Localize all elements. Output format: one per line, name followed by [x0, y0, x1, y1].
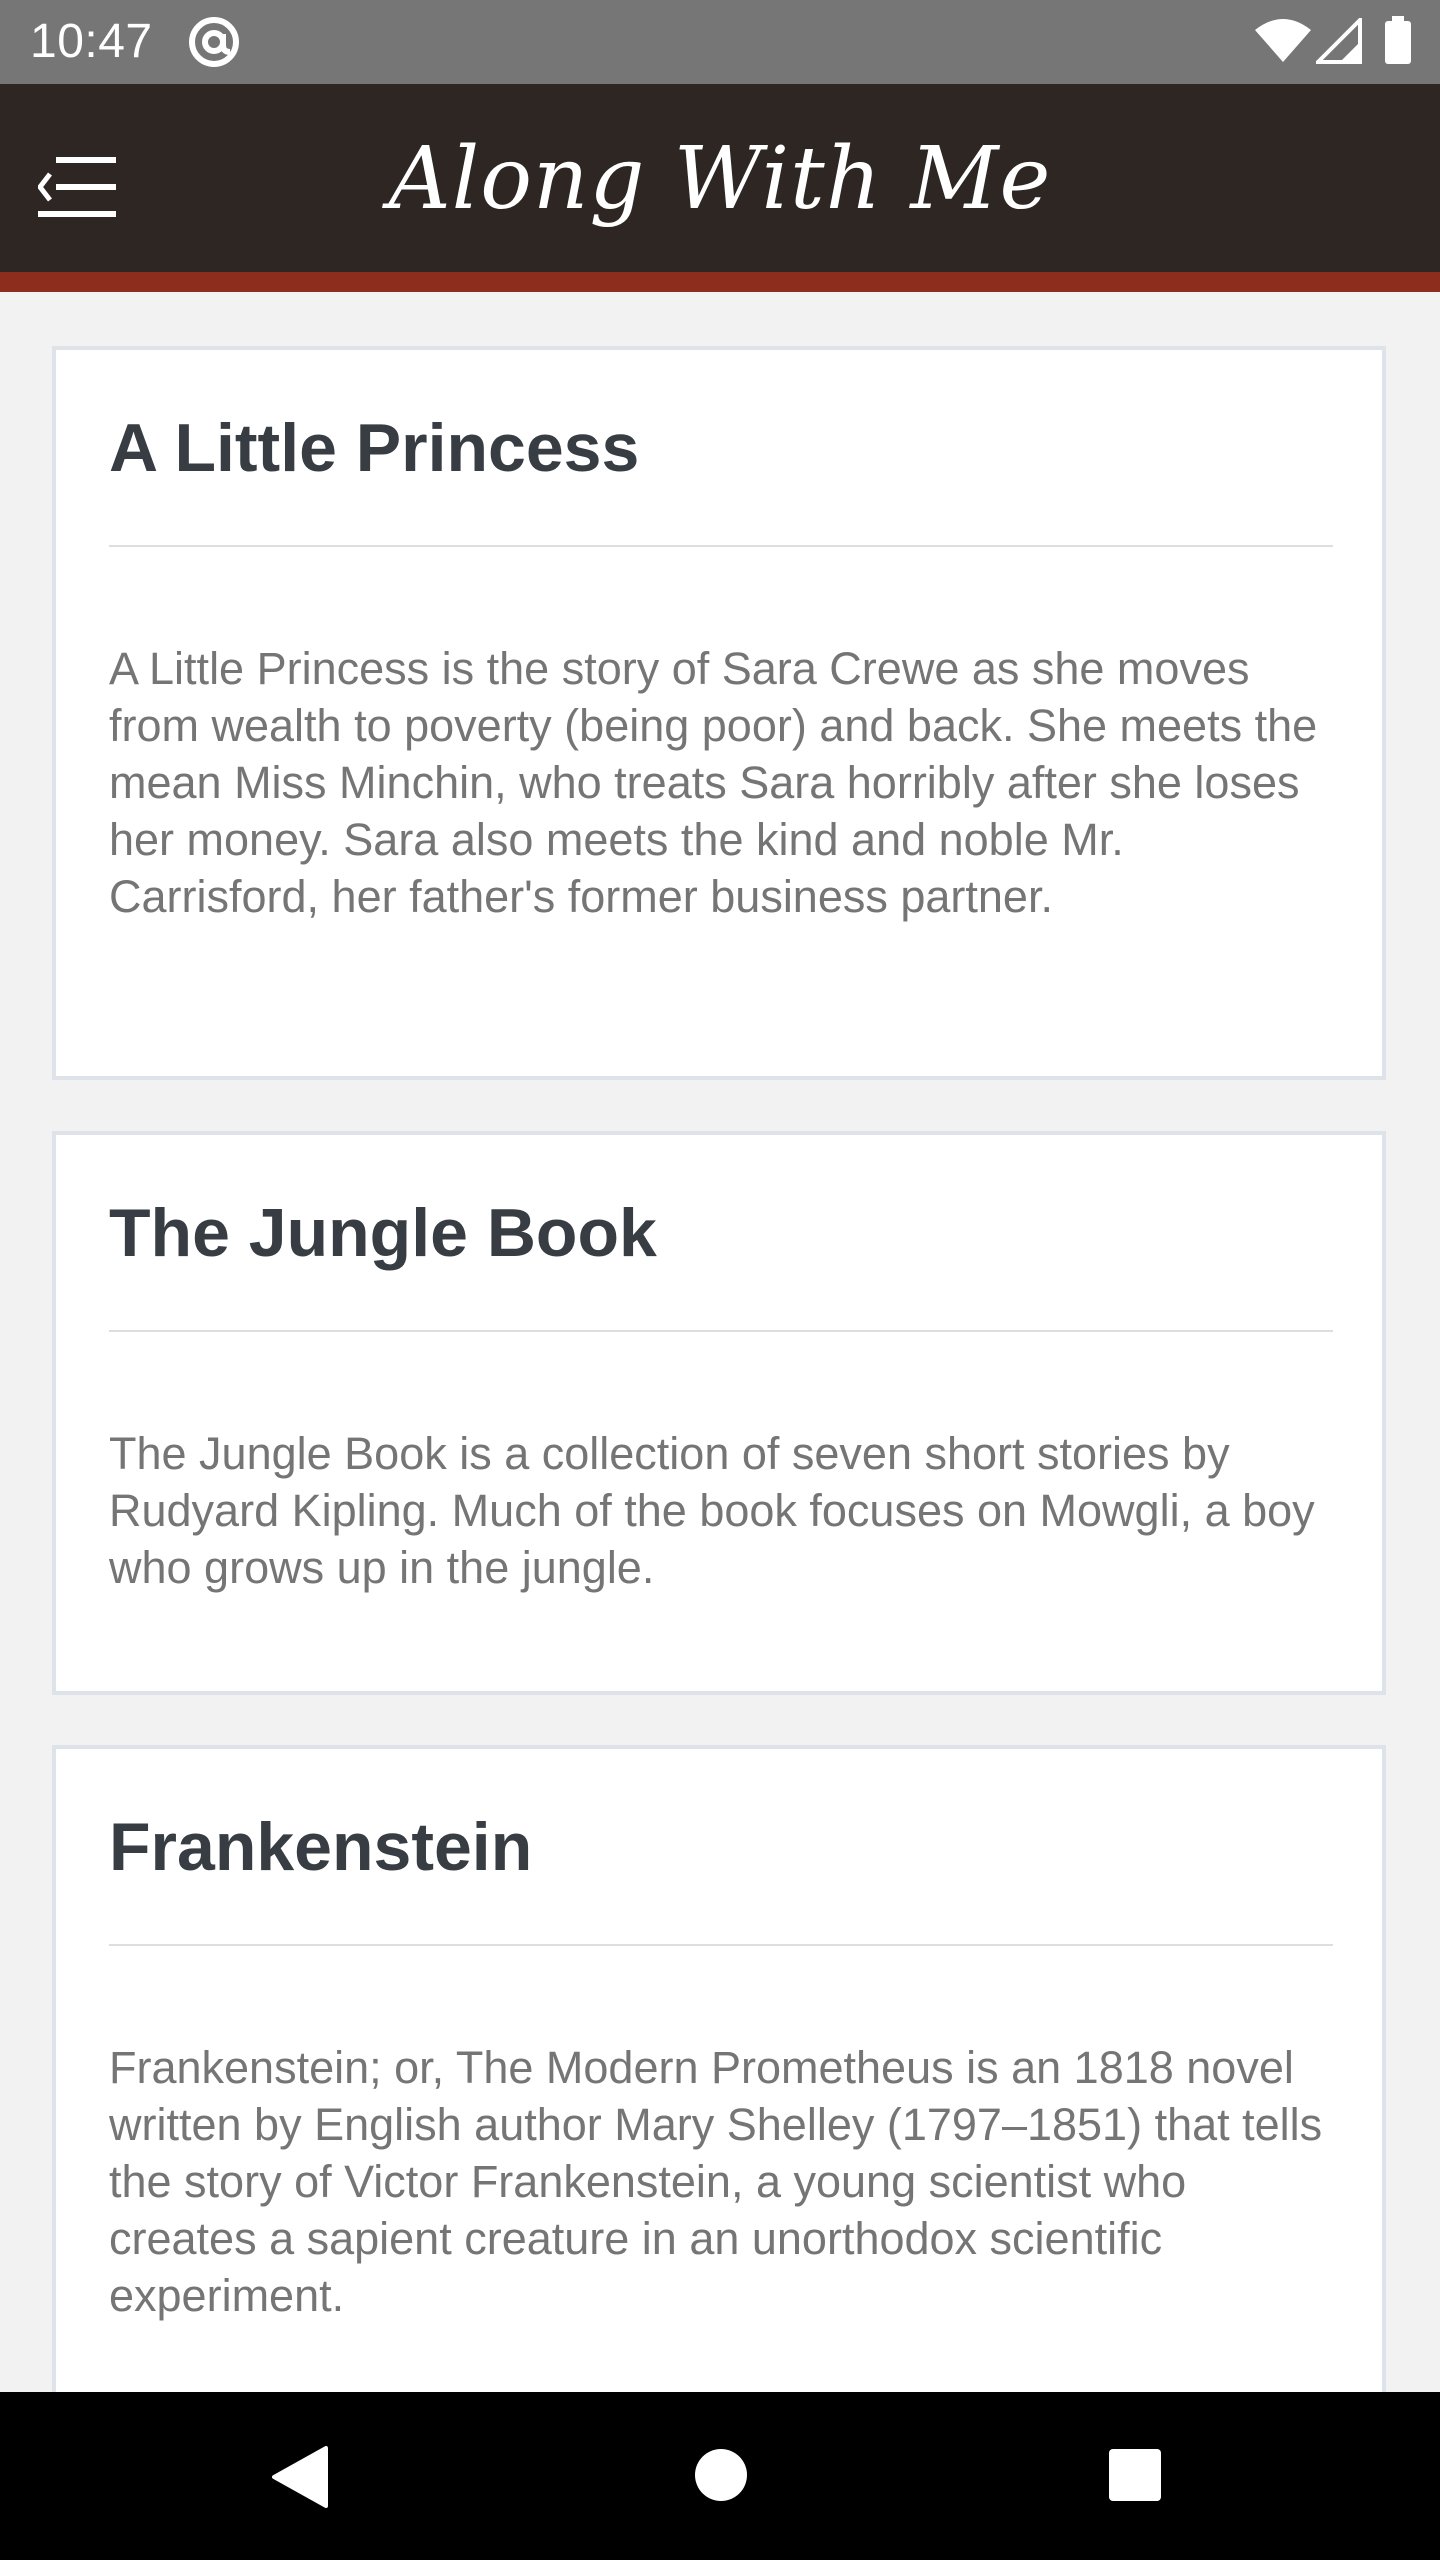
book-title: A Little Princess [109, 410, 640, 486]
wifi-icon [1255, 19, 1311, 62]
card-divider [109, 1330, 1333, 1332]
app-title: Along With Me [388, 129, 1052, 229]
book-card[interactable]: The Jungle Book The Jungle Book is a col… [52, 1131, 1386, 1695]
at-sign-icon [189, 17, 239, 67]
home-circle-icon[interactable] [694, 2448, 748, 2502]
card-divider [109, 545, 1333, 547]
book-title: Frankenstein [109, 1809, 533, 1885]
card-divider [109, 1944, 1333, 1946]
book-card[interactable]: A Little Princess A Little Princess is t… [52, 346, 1386, 1080]
book-description: Frankenstein; or, The Modern Prometheus … [109, 2042, 1323, 2321]
back-triangle-icon[interactable] [270, 2446, 330, 2508]
book-title: The Jungle Book [109, 1195, 657, 1271]
signal-icon [1316, 18, 1362, 64]
book-card[interactable]: Frankenstein Frankenstein; or, The Moder… [52, 1745, 1386, 2445]
status-time: 10:47 [30, 15, 153, 68]
book-description: The Jungle Book is a collection of seven… [109, 1428, 1315, 1593]
status-bar: 10:47 [0, 0, 1440, 84]
app-bar-accent [0, 272, 1440, 292]
battery-icon [1385, 16, 1411, 64]
recents-square-icon[interactable] [1108, 2448, 1162, 2502]
book-description: A Little Princess is the story of Sara C… [109, 643, 1318, 922]
